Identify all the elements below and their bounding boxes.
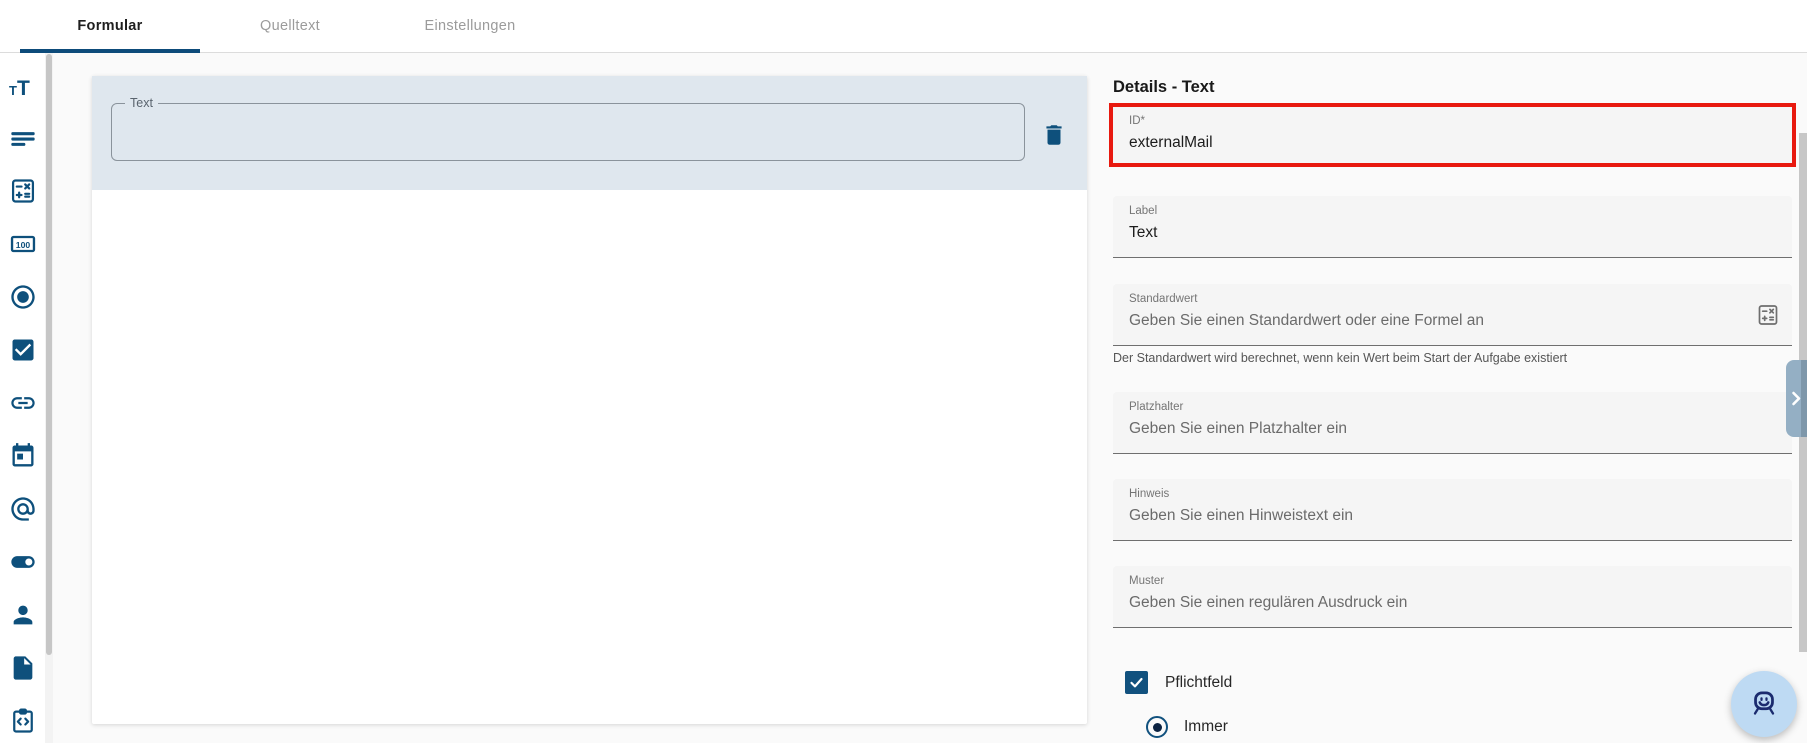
palette-item-radio[interactable]	[9, 283, 37, 311]
number-icon: 100	[10, 235, 36, 253]
assistant-fab-button[interactable]	[1731, 671, 1797, 737]
form-builder-app: Formular Quelltext Einstellungen TT 100 …	[0, 0, 1807, 743]
default-value-placeholder: Geben Sie einen Standardwert oder eine F…	[1129, 312, 1484, 329]
placeholder-field-placeholder: Geben Sie einen Platzhalter ein	[1129, 420, 1348, 437]
paragraph-icon	[11, 132, 35, 146]
palette-items: TT 100	[9, 71, 37, 735]
required-checkbox-row: Pflichtfeld	[1125, 671, 1232, 694]
chevron-right-icon	[1792, 391, 1801, 406]
palette-item-link[interactable]	[9, 389, 37, 417]
radio-dot	[1152, 722, 1162, 732]
form-canvas: Text	[92, 76, 1087, 724]
always-radio-label: Immer	[1184, 718, 1228, 735]
email-icon	[11, 497, 35, 521]
default-value-field[interactable]: Standardwert Geben Sie einen Standardwer…	[1113, 284, 1792, 346]
file-icon	[13, 656, 33, 680]
tab-formular[interactable]: Formular	[20, 0, 200, 53]
text-component-preview[interactable]: Text	[111, 95, 1025, 161]
palette-item-user[interactable]	[9, 601, 37, 629]
pattern-field[interactable]: Muster Geben Sie einen regulären Ausdruc…	[1113, 566, 1792, 628]
toggle-icon	[11, 556, 35, 568]
palette-item-date[interactable]	[9, 442, 37, 470]
robot-assistant-icon	[1753, 691, 1775, 715]
svg-text:100: 100	[16, 240, 31, 250]
palette-item-number[interactable]: 100	[9, 230, 37, 258]
tab-quelltext-label: Quelltext	[260, 18, 320, 34]
id-field-label: ID*	[1129, 115, 1145, 127]
tab-einstellungen-label: Einstellungen	[424, 18, 516, 34]
checkbox-icon	[12, 339, 34, 361]
selected-component-row[interactable]: Text	[92, 76, 1087, 190]
label-field-label: Label	[1129, 205, 1158, 217]
panel-expand-tab[interactable]	[1786, 360, 1807, 437]
calculator-icon	[1758, 304, 1778, 325]
trash-icon	[1046, 125, 1062, 145]
pattern-field-label: Muster	[1129, 575, 1165, 587]
check-icon	[1130, 677, 1143, 688]
palette-item-textarea[interactable]	[9, 124, 37, 152]
formula-editor-button[interactable]	[1756, 303, 1780, 327]
palette-item-expression[interactable]	[9, 177, 37, 205]
default-value-label: Standardwert	[1129, 293, 1198, 305]
id-field-value: externalMail	[1129, 134, 1213, 151]
details-panel-title: Details - Text	[1113, 78, 1215, 96]
default-value-helper-text: Der Standardwert wird berechnet, wenn ke…	[1113, 351, 1568, 365]
calendar-icon	[12, 443, 34, 467]
tab-bar: Formular Quelltext Einstellungen	[0, 0, 1807, 53]
palette-item-file[interactable]	[9, 654, 37, 682]
text-component-label: Text	[125, 95, 158, 111]
calculator-icon	[11, 179, 35, 203]
palette-scrollbar-thumb[interactable]	[46, 54, 52, 655]
label-field[interactable]: Label Text	[1113, 196, 1792, 258]
palette-item-text[interactable]: TT	[9, 71, 37, 99]
always-radio[interactable]	[1146, 716, 1168, 738]
tab-formular-label: Formular	[77, 18, 143, 34]
palette-item-toggle[interactable]	[9, 548, 37, 576]
palette-item-checkbox[interactable]	[9, 336, 37, 364]
hint-field[interactable]: Hinweis Geben Sie einen Hinweistext ein	[1113, 479, 1792, 541]
hint-field-placeholder: Geben Sie einen Hinweistext ein	[1129, 507, 1354, 524]
label-field-value: Text	[1129, 224, 1158, 241]
radio-icon	[11, 285, 35, 309]
user-icon	[13, 605, 33, 625]
link-icon	[11, 397, 35, 409]
palette-item-checklist[interactable]	[9, 707, 37, 735]
tab-einstellungen[interactable]: Einstellungen	[380, 0, 560, 52]
hint-field-label: Hinweis	[1129, 488, 1170, 500]
always-radio-row: Immer	[1146, 716, 1228, 738]
placeholder-field[interactable]: Platzhalter Geben Sie einen Platzhalter …	[1113, 392, 1792, 454]
component-palette: TT 100	[0, 52, 53, 743]
text-icon: TT	[9, 77, 30, 100]
required-checkbox-label: Pflichtfeld	[1165, 673, 1233, 691]
pattern-field-placeholder: Geben Sie einen regulären Ausdruck ein	[1129, 594, 1408, 611]
tab-quelltext[interactable]: Quelltext	[200, 0, 380, 52]
required-checkbox[interactable]	[1125, 671, 1148, 694]
checklist-code-icon	[13, 708, 33, 733]
delete-component-button[interactable]	[1041, 122, 1067, 148]
id-field[interactable]: ID* externalMail	[1113, 107, 1792, 163]
red-annotation-box: ID* externalMail	[1109, 103, 1796, 167]
placeholder-field-label: Platzhalter	[1129, 401, 1184, 413]
palette-item-email[interactable]	[9, 495, 37, 523]
